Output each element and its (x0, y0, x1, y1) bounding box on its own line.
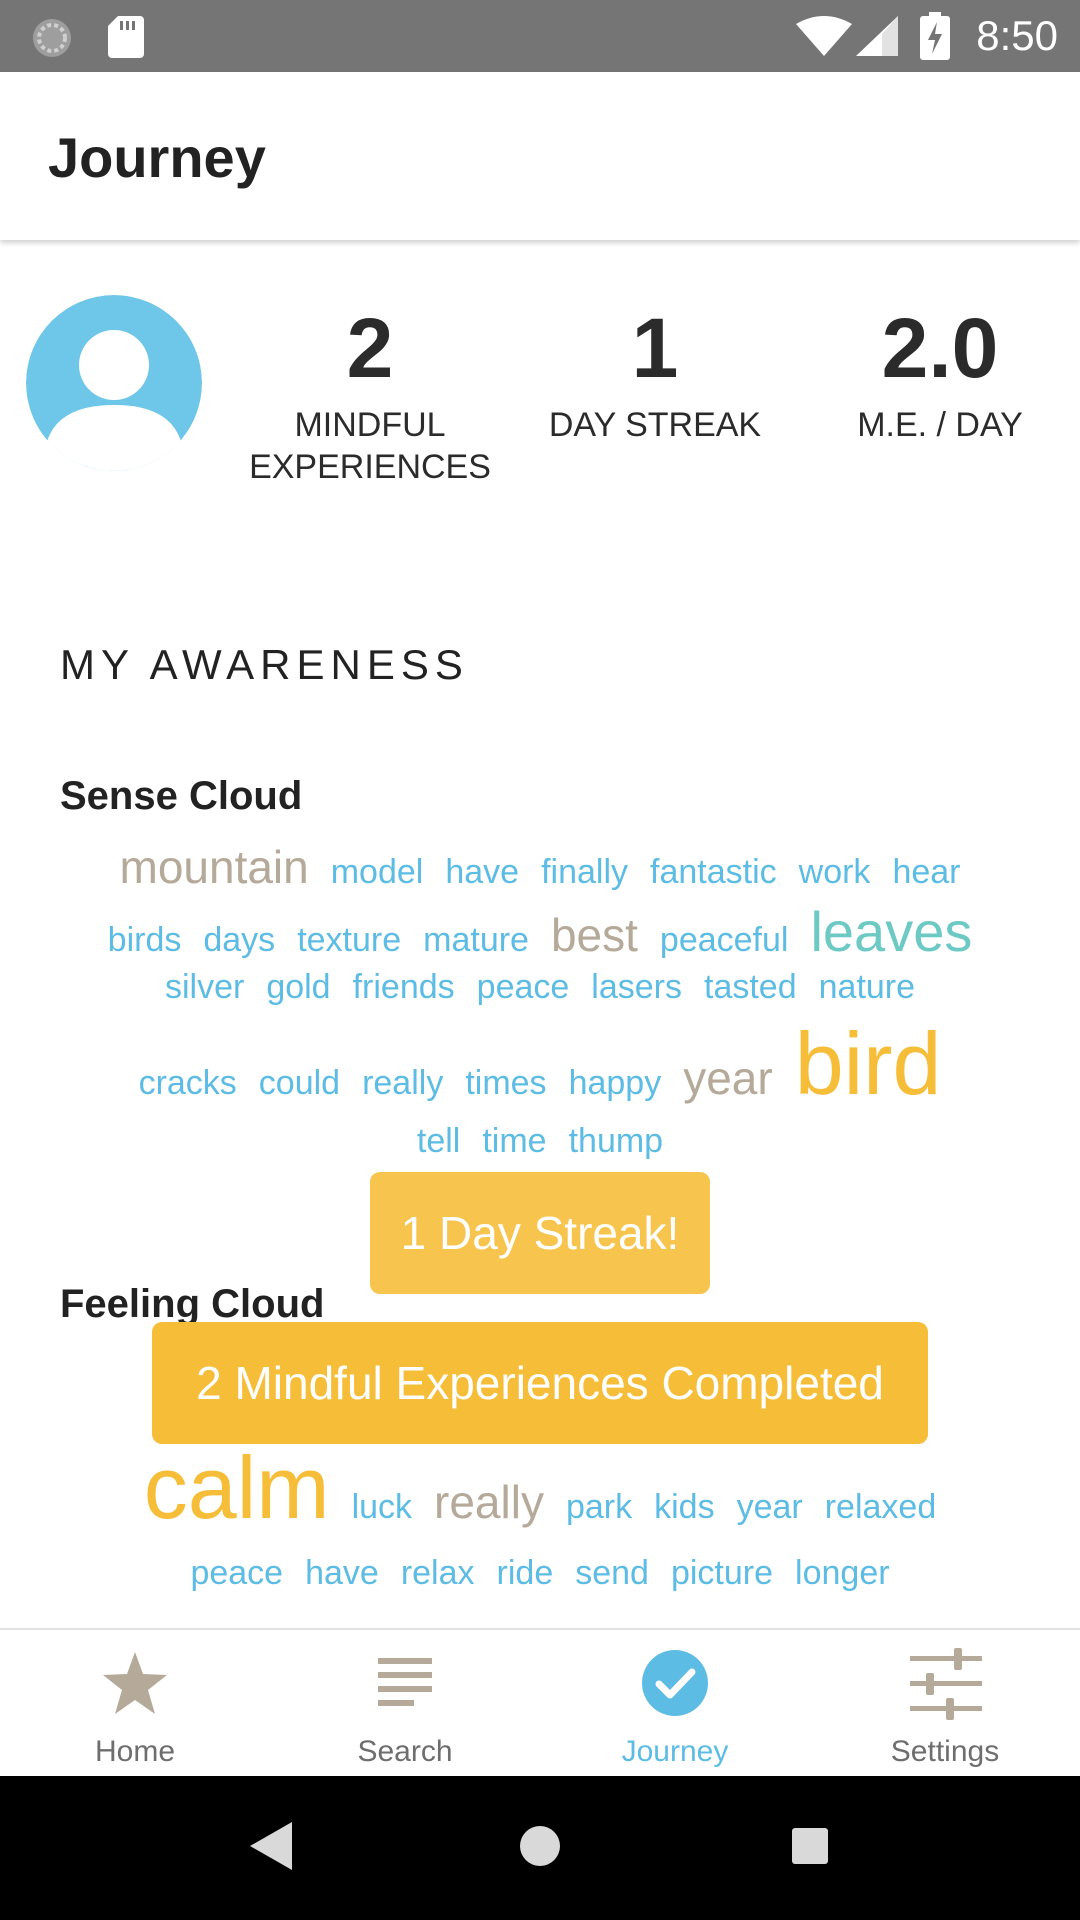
sense-cloud-title: Sense Cloud (60, 774, 303, 818)
cloud-word[interactable]: time (482, 1124, 546, 1158)
cloud-word[interactable]: days (203, 923, 275, 957)
stat-label-line: EXPERIENCES (249, 448, 491, 486)
cloud-word[interactable]: tasted (704, 970, 797, 1004)
check-circle-icon (642, 1650, 708, 1716)
cloud-word[interactable]: peace (477, 970, 570, 1004)
status-bar: 8:50 (0, 0, 1080, 72)
cloud-word[interactable]: bird (795, 1020, 942, 1108)
cloud-word[interactable]: have (445, 855, 519, 889)
stat-value: 1 (631, 301, 679, 395)
nav-journey[interactable]: Journey (540, 1630, 810, 1778)
wifi-icon (796, 16, 852, 56)
cloud-word[interactable]: hear (892, 855, 960, 889)
battery-charging-icon (920, 12, 950, 60)
cloud-word[interactable]: really (362, 1066, 443, 1100)
cloud-word[interactable]: fantastic (650, 855, 777, 889)
stat-label: DAY STREAK (520, 404, 790, 446)
cloud-word[interactable]: have (305, 1556, 379, 1590)
cloud-word[interactable]: best (551, 912, 638, 958)
sync-icon (33, 19, 71, 57)
cloud-word[interactable]: lasers (591, 970, 682, 1004)
cloud-word[interactable]: friends (353, 970, 455, 1004)
page-title: Journey (48, 126, 266, 189)
cloud-word[interactable]: happy (569, 1066, 662, 1100)
cloud-word[interactable]: relax (401, 1556, 475, 1590)
cloud-word[interactable]: leaves (810, 904, 972, 960)
cloud-word[interactable]: really (434, 1479, 544, 1525)
stat-me-per-day: 2.0 M.E. / DAY (810, 300, 1070, 446)
stat-label: M.E. / DAY (810, 404, 1070, 446)
star-icon (103, 1652, 167, 1714)
cloud-word[interactable]: picture (671, 1556, 773, 1590)
cloud-row: peace have relax ride send picture longer (40, 1556, 1040, 1590)
cloud-word[interactable]: work (799, 855, 871, 889)
nav-label: Search (357, 1735, 453, 1768)
cloud-word[interactable]: kids (654, 1490, 714, 1524)
user-avatar-icon[interactable] (26, 295, 202, 471)
stat-label-line: DAY STREAK (548, 406, 762, 444)
section-title-awareness: MY AWARENESS (60, 641, 469, 688)
feeling-cloud-title: Feeling Cloud (60, 1282, 325, 1326)
system-navigation-bar (0, 1776, 1080, 1920)
cloud-word[interactable]: birds (108, 923, 182, 957)
cloud-row: silver gold friends peace lasers tasted nature (40, 970, 1040, 1004)
completed-toast: 2 Mindful Experiences Completed (152, 1322, 928, 1444)
cloud-word[interactable]: year (683, 1055, 772, 1101)
streak-toast: 1 Day Streak! (370, 1172, 710, 1294)
cloud-word[interactable]: finally (541, 855, 628, 889)
cloud-word[interactable]: times (465, 1066, 546, 1100)
nav-label: Home (94, 1735, 176, 1768)
stat-value: 2.0 (881, 301, 999, 395)
cloud-word[interactable]: tell (417, 1124, 460, 1158)
cloud-row: tell time thump (40, 1124, 1040, 1158)
nav-label: Journey (621, 1735, 729, 1768)
cloud-word[interactable]: relaxed (825, 1490, 937, 1524)
cloud-word[interactable]: longer (795, 1556, 890, 1590)
cloud-word[interactable]: nature (819, 970, 915, 1004)
nav-settings[interactable]: Settings (810, 1630, 1080, 1778)
cloud-word[interactable]: calm (144, 1444, 330, 1532)
cloud-word[interactable]: texture (297, 923, 401, 957)
cloud-word[interactable]: could (259, 1066, 340, 1100)
stat-label-line: M.E. / DAY (857, 406, 1023, 444)
nav-search[interactable]: Search (270, 1630, 540, 1778)
cloud-word[interactable]: peace (190, 1556, 283, 1590)
cloud-row: calm luck really park kids year relaxed (40, 1444, 1040, 1532)
sd-card-icon (108, 16, 144, 58)
home-circle-icon[interactable] (518, 1820, 562, 1872)
cloud-word[interactable]: luck (352, 1490, 412, 1524)
signal-icon (856, 16, 898, 56)
cloud-word[interactable]: model (331, 855, 424, 889)
nav-label: Settings (890, 1735, 1000, 1768)
nav-home[interactable]: Home (0, 1630, 270, 1778)
status-time: 8:50 (976, 12, 1058, 59)
cloud-word[interactable]: ride (497, 1556, 554, 1590)
cloud-row: birds days texture mature best peaceful leaves (40, 904, 1040, 960)
stat-day-streak: 1 DAY STREAK (520, 300, 790, 446)
cloud-word[interactable]: mature (423, 923, 529, 957)
cloud-word[interactable]: cracks (139, 1066, 237, 1100)
cloud-word[interactable]: year (737, 1490, 803, 1524)
stat-value: 2 (346, 301, 394, 395)
cloud-word[interactable]: gold (266, 970, 330, 1004)
back-icon[interactable] (248, 1820, 294, 1872)
cloud-row: cracks could really times happy year bird (40, 1020, 1040, 1108)
stat-label-line: MINDFUL (294, 406, 446, 444)
cloud-row: mountain model have finally fantastic work hea… (40, 844, 1040, 890)
cloud-word[interactable]: mountain (120, 844, 309, 890)
cloud-word[interactable]: send (575, 1556, 649, 1590)
cloud-word[interactable]: park (566, 1490, 632, 1524)
app-bar: Journey (0, 72, 1080, 240)
sliders-icon (910, 1648, 982, 1720)
list-icon (378, 1658, 432, 1706)
cloud-word[interactable]: silver (165, 970, 244, 1004)
cloud-word[interactable]: peaceful (660, 923, 789, 957)
stat-mindful-experiences: 2 MINDFUL EXPERIENCES (230, 300, 510, 488)
stat-label: MINDFUL EXPERIENCES (230, 404, 510, 488)
bottom-navigation: Home Search Journey Settings (0, 1628, 1080, 1778)
cloud-word[interactable]: thump (569, 1124, 664, 1158)
recents-icon[interactable] (790, 1820, 830, 1872)
